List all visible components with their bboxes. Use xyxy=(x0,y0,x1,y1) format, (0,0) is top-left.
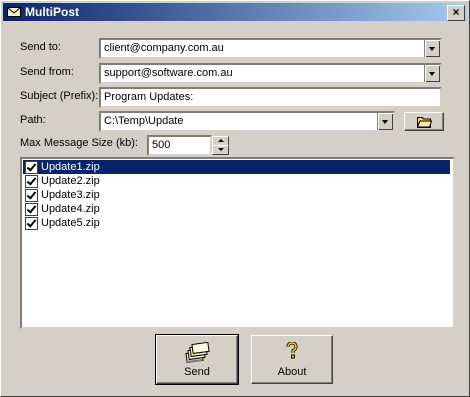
checkbox[interactable] xyxy=(25,217,38,230)
file-list[interactable]: Update1.zip Update2.zip Update3.zip Upda… xyxy=(20,157,455,329)
path-combo[interactable]: C:\Temp\Update xyxy=(99,111,395,132)
checkbox[interactable] xyxy=(25,203,38,216)
list-item[interactable]: Update5.zip xyxy=(23,216,450,230)
send-from-combo[interactable]: support@software.com.au xyxy=(99,63,442,84)
mail-stack-icon xyxy=(185,342,210,364)
folder-icon xyxy=(417,117,432,128)
max-size-input[interactable]: 500 xyxy=(147,135,212,156)
envelope-icon xyxy=(7,7,21,17)
close-icon: × xyxy=(452,5,460,19)
list-item[interactable]: Update4.zip xyxy=(23,202,450,216)
list-item[interactable]: Update3.zip xyxy=(23,188,450,202)
file-name: Update4.zip xyxy=(41,203,100,215)
send-from-value: support@software.com.au xyxy=(104,67,233,79)
file-name: Update5.zip xyxy=(41,217,100,229)
title-bar[interactable]: MultiPost × xyxy=(3,3,467,21)
max-size-label: Max Message Size (kb): xyxy=(20,137,138,149)
send-from-label: Send from: xyxy=(20,66,74,78)
subject-label: Subject (Prefix): xyxy=(20,90,99,102)
max-size-spinner[interactable] xyxy=(212,136,229,155)
chevron-down-icon[interactable] xyxy=(424,40,440,57)
subject-value: Program Updates: xyxy=(104,91,194,103)
checkbox[interactable] xyxy=(25,161,38,174)
list-item[interactable]: Update2.zip xyxy=(23,174,450,188)
send-to-value: client@company.com.au xyxy=(104,42,224,54)
question-icon xyxy=(286,342,298,359)
subject-input[interactable]: Program Updates: xyxy=(99,87,442,108)
path-value: C:\Temp\Update xyxy=(104,115,184,127)
chevron-down-icon[interactable] xyxy=(377,113,393,130)
send-to-combo[interactable]: client@company.com.au xyxy=(99,38,442,59)
checkbox[interactable] xyxy=(25,175,38,188)
multipost-window: MultiPost × Send to: client@company.com.… xyxy=(0,0,470,397)
send-button[interactable]: Send xyxy=(155,334,239,385)
path-label: Path: xyxy=(20,114,46,126)
about-label: About xyxy=(277,366,307,378)
about-button[interactable]: About xyxy=(251,335,333,384)
send-label: Send xyxy=(184,366,210,378)
send-to-label: Send to: xyxy=(20,41,61,53)
file-name: Update1.zip xyxy=(41,161,100,173)
list-item[interactable]: Update1.zip xyxy=(23,160,450,174)
file-name: Update2.zip xyxy=(41,175,100,187)
max-size-value: 500 xyxy=(152,139,171,151)
chevron-down-icon[interactable] xyxy=(424,65,440,82)
browse-button[interactable] xyxy=(404,112,444,131)
checkbox[interactable] xyxy=(25,189,38,202)
window-title: MultiPost xyxy=(25,5,79,19)
file-name: Update3.zip xyxy=(41,189,100,201)
close-button[interactable]: × xyxy=(447,5,465,21)
spin-down-icon[interactable] xyxy=(212,145,229,155)
